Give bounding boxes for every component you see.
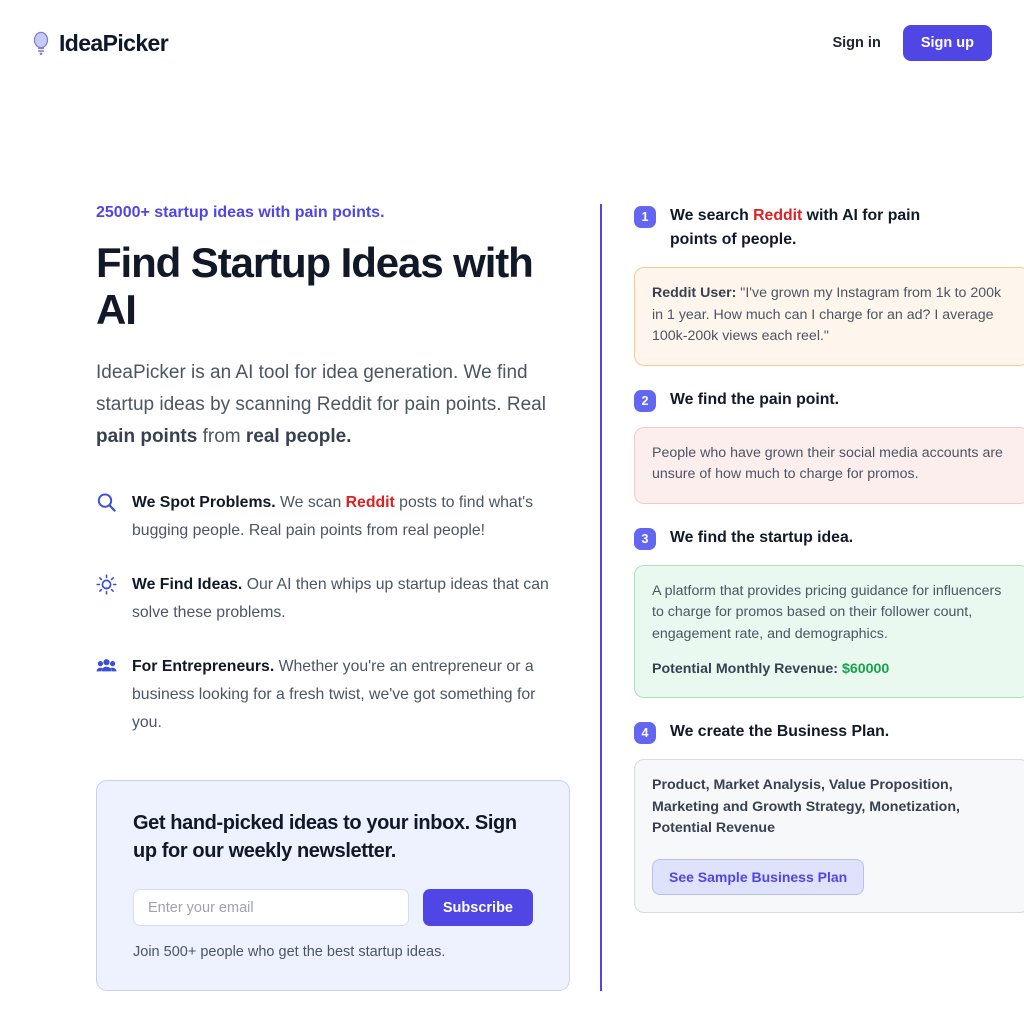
feature-item: We Find Ideas. Our AI then whips up star…: [96, 571, 570, 627]
brand-name: IdeaPicker: [59, 29, 169, 56]
feature-item: We Spot Problems. We scan Reddit posts t…: [96, 489, 570, 545]
hero-sub-bold-2: real people.: [245, 425, 352, 447]
step-header: 2 We find the pain point.: [634, 388, 1024, 412]
hero-sub-bold-1: pain points: [96, 425, 198, 447]
hero-subtitle: IdeaPicker is an AI tool for idea genera…: [96, 357, 546, 453]
step-number-badge: 2: [634, 389, 656, 412]
step-header: 4 We create the Business Plan.: [634, 720, 1024, 745]
newsletter-card: Get hand-picked ideas to your inbox. Sig…: [96, 779, 570, 992]
feature-heading: For Entrepreneurs.: [132, 658, 275, 676]
feature-heading: We Find Ideas.: [132, 576, 243, 593]
step-number-badge: 3: [634, 527, 656, 550]
step-card: Reddit User: "I've grown my Instagram fr…: [634, 267, 1024, 366]
step-item: 1 We search Reddit with AI for pain poin…: [634, 204, 1024, 366]
feature-text: We Spot Problems. We scan Reddit posts t…: [132, 489, 552, 545]
step-item: 2 We find the pain point. People who hav…: [634, 388, 1024, 504]
feature-text: We Find Ideas. Our AI then whips up star…: [132, 571, 552, 627]
step-number-badge: 1: [634, 206, 656, 228]
brand-logo[interactable]: IdeaPicker: [30, 29, 169, 57]
revenue-label: Potential Monthly Revenue:: [652, 660, 839, 677]
feature-text: For Entrepreneurs. Whether you're an ent…: [132, 653, 552, 737]
step-card: Product, Market Analysis, Value Proposit…: [634, 759, 1024, 913]
feature-item: For Entrepreneurs. Whether you're an ent…: [96, 653, 570, 737]
sign-in-link[interactable]: Sign in: [832, 35, 880, 51]
step-title: We search Reddit with AI for pain points…: [670, 204, 940, 252]
step-card: A platform that provides pricing guidanc…: [634, 564, 1024, 699]
step-card-body: A platform that provides pricing guidanc…: [652, 582, 1002, 643]
step-item: 3 We find the startup idea. A platform t…: [634, 526, 1024, 699]
hero-sub-text-1: IdeaPicker is an AI tool for idea genera…: [96, 362, 546, 415]
hero-eyebrow: 25000+ startup ideas with pain points.: [96, 204, 385, 221]
newsletter-form: Subscribe: [133, 889, 533, 927]
feature-heading: We Spot Problems.: [132, 493, 276, 511]
feature-list: We Spot Problems. We scan Reddit posts t…: [96, 489, 570, 738]
revenue-value: $60000: [841, 660, 890, 677]
page-body: 25000+ startup ideas with pain points. F…: [0, 86, 1024, 992]
step-card-body: Product, Market Analysis, Value Proposit…: [652, 777, 960, 837]
hero-sub-text-2: from: [197, 425, 246, 447]
hero-column: 25000+ startup ideas with pain points. F…: [96, 204, 570, 992]
search-icon: [96, 492, 117, 513]
page-title: Find Startup Ideas with AI: [96, 239, 534, 334]
reddit-highlight: Reddit: [753, 207, 803, 224]
lightbulb-icon: [30, 30, 52, 56]
sign-up-button[interactable]: Sign up: [902, 25, 992, 61]
header-actions: Sign in Sign up: [832, 25, 992, 61]
newsletter-note: Join 500+ people who get the best startu…: [133, 944, 446, 961]
step-card: People who have grown their social media…: [634, 426, 1024, 504]
step-header: 3 We find the startup idea.: [634, 526, 1024, 550]
lightbulb-icon: [96, 574, 117, 595]
users-icon: [96, 656, 117, 677]
site-header: IdeaPicker Sign in Sign up: [0, 0, 1024, 86]
step-card-label: Reddit User:: [652, 285, 737, 301]
see-sample-business-plan-button[interactable]: See Sample Business Plan: [652, 858, 865, 895]
revenue-line: Potential Monthly Revenue: $60000: [652, 659, 1012, 681]
step-card-body: People who have grown their social media…: [652, 444, 1003, 483]
steps-list: 1 We search Reddit with AI for pain poin…: [634, 204, 1024, 913]
subscribe-button[interactable]: Subscribe: [422, 889, 533, 927]
step-title-text-1: We search: [670, 207, 754, 224]
step-title: We find the startup idea.: [670, 528, 854, 546]
steps-column: 1 We search Reddit with AI for pain poin…: [600, 204, 1024, 992]
step-number-badge: 4: [634, 722, 656, 745]
step-title: We find the pain point.: [670, 390, 840, 408]
step-header: 1 We search Reddit with AI for pain poin…: [634, 204, 1024, 252]
reddit-highlight: Reddit: [345, 493, 395, 511]
newsletter-title: Get hand-picked ideas to your inbox. Sig…: [133, 811, 517, 862]
step-title: We create the Business Plan.: [670, 723, 890, 741]
feature-body-1: We scan: [275, 493, 346, 511]
email-field[interactable]: [133, 889, 409, 927]
step-item: 4 We create the Business Plan. Product, …: [634, 720, 1024, 913]
